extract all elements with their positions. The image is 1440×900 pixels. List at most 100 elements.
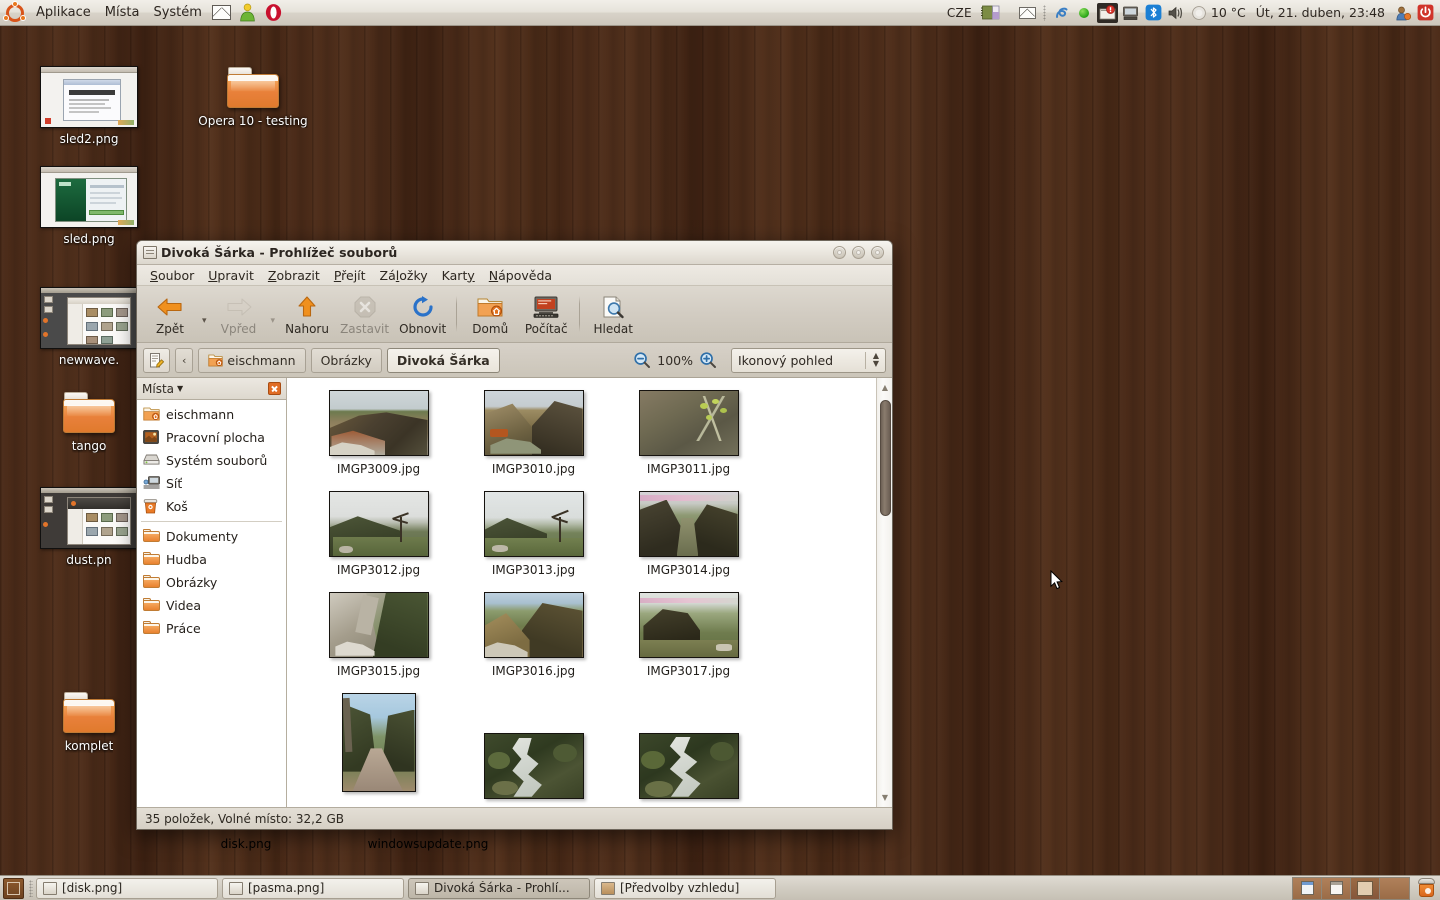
desktop-icon-opera-testing[interactable]: Opera 10 - testing (193, 65, 313, 128)
workspace-4[interactable] (1380, 877, 1409, 899)
menu-go[interactable]: Přejít (327, 266, 373, 285)
breadcrumb-obrazky[interactable]: Obrázky (310, 347, 382, 373)
breadcrumb-eischmann[interactable]: eischmann (198, 347, 306, 373)
file-item[interactable]: IMGP3010.jpg (456, 386, 611, 487)
tray-mail-icon[interactable] (1017, 3, 1038, 23)
menu-applications[interactable]: Aplikace (29, 2, 98, 24)
place-documents[interactable]: Dokumenty (137, 525, 286, 548)
file-icon-view[interactable]: IMGP3009.jpg IMGP3010.jpg IMGP3011.jpg I… (287, 378, 892, 807)
desktop-icon-disk-label[interactable]: disk.png (196, 837, 296, 851)
opera-browser-launcher[interactable] (262, 2, 286, 24)
menu-places[interactable]: Místa (98, 2, 147, 24)
place-music[interactable]: Hudba (137, 548, 286, 571)
view-mode-select[interactable]: Ikonový pohled ▲ ▼ (731, 347, 886, 373)
file-item[interactable]: IMGP3013.jpg (456, 487, 611, 588)
place-network[interactable]: Síť (137, 472, 286, 495)
file-item[interactable]: IMGP3009.jpg (301, 386, 456, 487)
window-titlebar[interactable]: Divoká Šárka - Prohlížeč souborů (137, 241, 892, 265)
desktop-icon-komplet[interactable]: komplet (37, 690, 141, 753)
ubuntu-logo-icon[interactable] (3, 0, 26, 24)
toolbar-home[interactable]: Domů (462, 288, 518, 340)
place-videos[interactable]: Videa (137, 594, 286, 617)
zoom-in-icon[interactable] (699, 351, 717, 369)
desktop-icon-sled2[interactable]: sled2.png (37, 66, 141, 146)
panel-clock[interactable]: Út, 21. duben, 23:48 (1250, 5, 1391, 20)
trash-icon[interactable] (1417, 878, 1436, 898)
toolbar-stop[interactable]: Zastavit (335, 288, 394, 340)
place-eischmann[interactable]: eischmann (137, 403, 286, 426)
menu-help[interactable]: Nápověda (482, 266, 559, 285)
place-work[interactable]: Práce (137, 617, 286, 640)
place-label: Pracovní plocha (166, 430, 265, 445)
tray-volume-icon[interactable] (1166, 3, 1187, 23)
menu-bookmarks[interactable]: Záložky (373, 266, 435, 285)
scroll-up-arrow-icon[interactable]: ▲ (877, 380, 892, 395)
update-manager-launcher[interactable] (236, 2, 260, 24)
evolution-mail-launcher[interactable] (210, 2, 234, 24)
desktop-icon-sled[interactable]: sled.png (37, 166, 141, 246)
desktop-icon-windowsupdate-label[interactable]: windowsupdate.png (350, 837, 506, 851)
workspace-switcher[interactable] (1292, 876, 1410, 900)
file-item[interactable]: IMGP3016.jpg (456, 588, 611, 689)
toolbar-up[interactable]: Nahoru (279, 288, 335, 340)
user-switch-icon[interactable] (1392, 3, 1413, 23)
desktop-icon-tango[interactable]: tango (37, 390, 141, 453)
file-item[interactable]: IMGP3012.jpg (301, 487, 456, 588)
workspace-3[interactable] (1351, 877, 1380, 899)
place-pictures[interactable]: Obrázky (137, 571, 286, 594)
maximize-button[interactable] (852, 246, 865, 259)
desktop-icon-dust[interactable]: dust.pn (37, 487, 141, 567)
toolbar-forward[interactable]: Vpřed (211, 288, 267, 340)
minimize-button[interactable] (833, 246, 846, 259)
workspace-2[interactable] (1322, 877, 1351, 899)
place-desktop[interactable]: Pracovní plocha (137, 426, 286, 449)
breadcrumb-divoka-sarka[interactable]: Divoká Šárka (386, 347, 500, 373)
file-item[interactable]: IMGP3017.jpg (611, 588, 766, 689)
workspace-1[interactable] (1293, 877, 1322, 899)
menu-tabs[interactable]: Karty (435, 266, 482, 285)
desktop-icon-newwave[interactable]: newwave. (37, 287, 141, 367)
memory-chip-icon[interactable] (981, 3, 1002, 23)
tray-weather-icon[interactable] (1189, 3, 1210, 23)
file-item[interactable]: IMGP3014.jpg (611, 487, 766, 588)
places-header[interactable]: Místa ▼ (137, 378, 286, 400)
tray-update-icon[interactable] (1096, 2, 1118, 23)
scroll-down-arrow-icon[interactable]: ▼ (877, 790, 892, 805)
file-item[interactable]: IMGP3015.jpg (301, 588, 456, 689)
menu-file[interactable]: Soubor (143, 266, 201, 285)
toolbar-reload[interactable]: Obnovit (394, 288, 451, 340)
scrollbar-thumb[interactable] (880, 400, 891, 516)
vertical-scrollbar[interactable]: ▲ ▼ (876, 378, 892, 807)
back-dropdown-arrow-icon[interactable]: ▾ (198, 316, 211, 326)
chevron-down-icon[interactable]: ▼ (177, 384, 183, 393)
tray-status-online-icon[interactable] (1074, 3, 1095, 23)
task-disk-png[interactable]: [disk.png] (36, 877, 218, 899)
edit-location-icon[interactable] (143, 347, 170, 373)
toolbar-computer[interactable]: Počítač (518, 288, 574, 340)
close-button[interactable] (871, 246, 884, 259)
menu-view[interactable]: Zobrazit (261, 266, 327, 285)
tray-bluetooth-transfer-icon[interactable] (1051, 3, 1072, 23)
zoom-out-icon[interactable] (633, 351, 651, 369)
file-item[interactable] (301, 689, 456, 807)
keyboard-layout-indicator[interactable]: CZE (939, 6, 980, 20)
file-item[interactable] (611, 689, 766, 807)
file-item[interactable]: IMGP3011.jpg (611, 386, 766, 487)
toolbar-search[interactable]: Hledat (585, 288, 641, 340)
toolbar-back[interactable]: Zpět (142, 288, 198, 340)
tray-bluetooth-icon[interactable] (1143, 3, 1164, 23)
task-appearance-prefs[interactable]: [Předvolby vzhledu] (594, 877, 776, 899)
show-desktop-icon[interactable] (3, 877, 24, 899)
menu-edit[interactable]: Upravit (201, 266, 261, 285)
menu-system[interactable]: Systém (146, 2, 208, 24)
task-pasma-png[interactable]: [pasma.png] (222, 877, 404, 899)
place-filesystem[interactable]: Systém souborů (137, 449, 286, 472)
forward-dropdown-arrow-icon[interactable]: ▾ (267, 316, 280, 326)
tray-display-icon[interactable] (1120, 3, 1141, 23)
close-icon[interactable] (268, 382, 281, 395)
task-file-browser[interactable]: Divoká Šárka - Prohlí... (408, 877, 590, 899)
power-icon[interactable] (1415, 3, 1436, 23)
file-item[interactable] (456, 689, 611, 807)
place-trash[interactable]: Koš (137, 495, 286, 518)
chevron-left-icon[interactable]: ‹ (175, 347, 194, 373)
